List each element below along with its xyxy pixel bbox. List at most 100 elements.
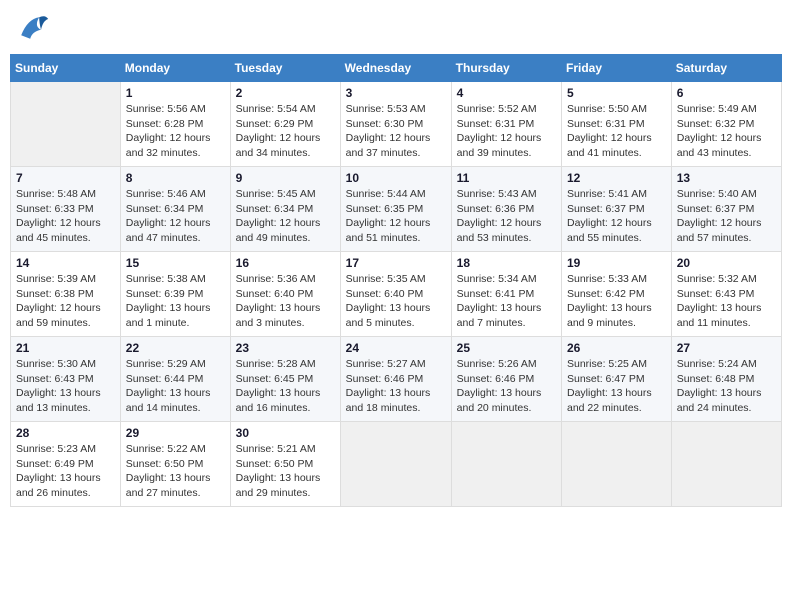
calendar-cell: 14Sunrise: 5:39 AM Sunset: 6:38 PM Dayli… — [11, 252, 121, 337]
day-info: Sunrise: 5:49 AM Sunset: 6:32 PM Dayligh… — [677, 102, 776, 161]
day-info: Sunrise: 5:36 AM Sunset: 6:40 PM Dayligh… — [236, 272, 335, 331]
day-number: 17 — [346, 256, 446, 270]
week-row-4: 21 Sunrise: 5:30 AM Sunset: 6:43 PM Dayli… — [11, 337, 782, 422]
calendar-cell: 17 Sunrise: 5:35 AM Sunset: 6:40 PM Dayli… — [340, 252, 451, 337]
day-info: Sunrise: 5:48 AM Sunset: 6:33 PM Dayligh… — [16, 187, 115, 246]
day-info: Sunrise: 5:26 AM Sunset: 6:46 PM Dayligh… — [457, 357, 556, 416]
day-info: Sunrise: 5:38 AM Sunset: 6:39 PM Dayligh… — [126, 272, 225, 331]
day-number: 19 — [567, 256, 666, 270]
day-number: 29 — [126, 426, 225, 440]
day-info: Sunrise: 5:32 AM Sunset: 6:43 PM Dayligh… — [677, 272, 776, 331]
day-info: Sunrise: 5:50 AM Sunset: 6:31 PM Dayligh… — [567, 102, 666, 161]
day-info: Sunrise: 5:45 AM Sunset: 6:34 PM Dayligh… — [236, 187, 335, 246]
day-number: 23 — [236, 341, 335, 355]
day-number: 20 — [677, 256, 776, 270]
calendar-cell: 30 Sunrise: 5:21 AM Sunset: 6:50 PM Dayli… — [230, 422, 340, 507]
day-number: 2 — [236, 86, 335, 100]
calendar-cell: 11 Sunrise: 5:43 AM Sunset: 6:36 PM Dayli… — [451, 167, 561, 252]
day-info: Sunrise: 5:29 AM Sunset: 6:44 PM Dayligh… — [126, 357, 225, 416]
calendar-cell: 3 Sunrise: 5:53 AM Sunset: 6:30 PM Daylig… — [340, 82, 451, 167]
calendar-cell: 7 Sunrise: 5:48 AM Sunset: 6:33 PM Daylig… — [11, 167, 121, 252]
weekday-header-wednesday: Wednesday — [340, 55, 451, 82]
calendar-cell: 18 Sunrise: 5:34 AM Sunset: 6:41 PM Dayli… — [451, 252, 561, 337]
calendar-cell: 5Sunrise: 5:50 AM Sunset: 6:31 PM Daylig… — [562, 82, 672, 167]
calendar-cell: 24Sunrise: 5:27 AM Sunset: 6:46 PM Dayli… — [340, 337, 451, 422]
day-number: 4 — [457, 86, 556, 100]
calendar-cell: 22 Sunrise: 5:29 AM Sunset: 6:44 PM Dayli… — [120, 337, 230, 422]
weekday-header-sunday: Sunday — [11, 55, 121, 82]
calendar-cell: 15Sunrise: 5:38 AM Sunset: 6:39 PM Dayli… — [120, 252, 230, 337]
day-info: Sunrise: 5:25 AM Sunset: 6:47 PM Dayligh… — [567, 357, 666, 416]
day-number: 6 — [677, 86, 776, 100]
calendar-cell: 12 Sunrise: 5:41 AM Sunset: 6:37 PM Dayli… — [562, 167, 672, 252]
week-row-1: 1 Sunrise: 5:56 AM Sunset: 6:28 PM Daylig… — [11, 82, 782, 167]
calendar-cell: 21 Sunrise: 5:30 AM Sunset: 6:43 PM Dayli… — [11, 337, 121, 422]
weekday-header-friday: Friday — [562, 55, 672, 82]
day-number: 9 — [236, 171, 335, 185]
weekday-header-thursday: Thursday — [451, 55, 561, 82]
day-number: 14 — [16, 256, 115, 270]
day-number: 11 — [457, 171, 556, 185]
calendar-cell: 6 Sunrise: 5:49 AM Sunset: 6:32 PM Daylig… — [671, 82, 781, 167]
calendar-cell: 9 Sunrise: 5:45 AM Sunset: 6:34 PM Daylig… — [230, 167, 340, 252]
day-info: Sunrise: 5:27 AM Sunset: 6:46 PM Dayligh… — [346, 357, 446, 416]
day-info: Sunrise: 5:53 AM Sunset: 6:30 PM Dayligh… — [346, 102, 446, 161]
calendar-cell: 26Sunrise: 5:25 AM Sunset: 6:47 PM Dayli… — [562, 337, 672, 422]
day-info: Sunrise: 5:54 AM Sunset: 6:29 PM Dayligh… — [236, 102, 335, 161]
day-info: Sunrise: 5:23 AM Sunset: 6:49 PM Dayligh… — [16, 442, 115, 501]
calendar-cell — [11, 82, 121, 167]
calendar-cell: 27 Sunrise: 5:24 AM Sunset: 6:48 PM Dayli… — [671, 337, 781, 422]
calendar-cell — [340, 422, 451, 507]
day-info: Sunrise: 5:21 AM Sunset: 6:50 PM Dayligh… — [236, 442, 335, 501]
calendar-cell: 28 Sunrise: 5:23 AM Sunset: 6:49 PM Dayli… — [11, 422, 121, 507]
day-info: Sunrise: 5:44 AM Sunset: 6:35 PM Dayligh… — [346, 187, 446, 246]
day-number: 1 — [126, 86, 225, 100]
day-number: 18 — [457, 256, 556, 270]
logo-icon — [14, 10, 50, 46]
weekday-header-row: SundayMondayTuesdayWednesdayThursdayFrid… — [11, 55, 782, 82]
day-info: Sunrise: 5:22 AM Sunset: 6:50 PM Dayligh… — [126, 442, 225, 501]
day-number: 27 — [677, 341, 776, 355]
day-number: 7 — [16, 171, 115, 185]
calendar-cell: 8 Sunrise: 5:46 AM Sunset: 6:34 PM Daylig… — [120, 167, 230, 252]
day-number: 10 — [346, 171, 446, 185]
calendar-cell: 13Sunrise: 5:40 AM Sunset: 6:37 PM Dayli… — [671, 167, 781, 252]
calendar-cell — [562, 422, 672, 507]
day-number: 13 — [677, 171, 776, 185]
calendar-cell: 20 Sunrise: 5:32 AM Sunset: 6:43 PM Dayli… — [671, 252, 781, 337]
calendar-cell: 23 Sunrise: 5:28 AM Sunset: 6:45 PM Dayli… — [230, 337, 340, 422]
day-number: 28 — [16, 426, 115, 440]
week-row-2: 7 Sunrise: 5:48 AM Sunset: 6:33 PM Daylig… — [11, 167, 782, 252]
day-info: Sunrise: 5:34 AM Sunset: 6:41 PM Dayligh… — [457, 272, 556, 331]
day-info: Sunrise: 5:24 AM Sunset: 6:48 PM Dayligh… — [677, 357, 776, 416]
weekday-header-saturday: Saturday — [671, 55, 781, 82]
week-row-5: 28 Sunrise: 5:23 AM Sunset: 6:49 PM Dayli… — [11, 422, 782, 507]
day-number: 30 — [236, 426, 335, 440]
day-info: Sunrise: 5:35 AM Sunset: 6:40 PM Dayligh… — [346, 272, 446, 331]
day-info: Sunrise: 5:30 AM Sunset: 6:43 PM Dayligh… — [16, 357, 115, 416]
calendar-cell: 16Sunrise: 5:36 AM Sunset: 6:40 PM Dayli… — [230, 252, 340, 337]
day-info: Sunrise: 5:41 AM Sunset: 6:37 PM Dayligh… — [567, 187, 666, 246]
calendar-cell: 4 Sunrise: 5:52 AM Sunset: 6:31 PM Daylig… — [451, 82, 561, 167]
logo — [14, 10, 54, 46]
day-number: 21 — [16, 341, 115, 355]
day-number: 22 — [126, 341, 225, 355]
day-info: Sunrise: 5:33 AM Sunset: 6:42 PM Dayligh… — [567, 272, 666, 331]
weekday-header-tuesday: Tuesday — [230, 55, 340, 82]
day-info: Sunrise: 5:52 AM Sunset: 6:31 PM Dayligh… — [457, 102, 556, 161]
day-info: Sunrise: 5:28 AM Sunset: 6:45 PM Dayligh… — [236, 357, 335, 416]
day-info: Sunrise: 5:56 AM Sunset: 6:28 PM Dayligh… — [126, 102, 225, 161]
week-row-3: 14Sunrise: 5:39 AM Sunset: 6:38 PM Dayli… — [11, 252, 782, 337]
weekday-header-monday: Monday — [120, 55, 230, 82]
calendar-cell: 19 Sunrise: 5:33 AM Sunset: 6:42 PM Dayli… — [562, 252, 672, 337]
calendar-cell: 2 Sunrise: 5:54 AM Sunset: 6:29 PM Daylig… — [230, 82, 340, 167]
calendar-cell: 29 Sunrise: 5:22 AM Sunset: 6:50 PM Dayli… — [120, 422, 230, 507]
day-number: 8 — [126, 171, 225, 185]
day-number: 25 — [457, 341, 556, 355]
calendar-cell: 10 Sunrise: 5:44 AM Sunset: 6:35 PM Dayli… — [340, 167, 451, 252]
day-number: 3 — [346, 86, 446, 100]
day-info: Sunrise: 5:43 AM Sunset: 6:36 PM Dayligh… — [457, 187, 556, 246]
day-info: Sunrise: 5:46 AM Sunset: 6:34 PM Dayligh… — [126, 187, 225, 246]
calendar-cell: 25 Sunrise: 5:26 AM Sunset: 6:46 PM Dayli… — [451, 337, 561, 422]
day-number: 12 — [567, 171, 666, 185]
